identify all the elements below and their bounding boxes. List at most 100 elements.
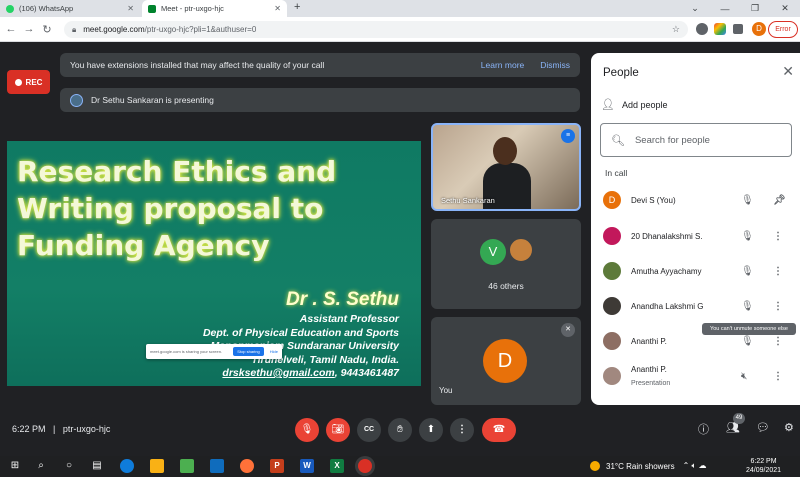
close-tab-icon[interactable]: ✕ xyxy=(274,4,281,13)
close-window-button[interactable]: ✕ xyxy=(770,3,800,14)
slide-email: drsksethu@gmail.com xyxy=(222,367,335,379)
more-options-icon[interactable]: ⋮ xyxy=(773,336,783,347)
system-clock[interactable]: 6:22 PM 24/09/2021 xyxy=(746,457,781,475)
mic-off-icon[interactable]: 🎙︎ xyxy=(741,301,754,312)
meet-icon xyxy=(148,4,156,13)
excel-icon[interactable]: X xyxy=(330,459,344,473)
mic-off-icon[interactable]: 🎙︎ xyxy=(741,195,754,206)
chrome-icon[interactable] xyxy=(358,459,372,473)
url-host: meet.google.com xyxy=(83,25,145,34)
window-controls: ⌄ — ❐ ✕ xyxy=(680,0,800,17)
search-icon[interactable]: ⌕ xyxy=(34,459,48,473)
stop-sharing-button[interactable]: Stop sharing xyxy=(233,347,264,356)
participant-row[interactable]: Amutha Ayyachamy 🎙︎ ⋮ xyxy=(591,256,800,286)
tab-whatsapp[interactable]: (106) WhatsApp ✕ xyxy=(0,0,140,17)
presenting-banner: Dr Sethu Sankaran is presenting xyxy=(60,88,580,112)
activities-icon[interactable]: ⚙︎ xyxy=(784,421,794,434)
powerpoint-icon[interactable]: P xyxy=(270,459,284,473)
widgets-icon[interactable]: ▤ xyxy=(90,459,104,473)
hide-button[interactable]: Hide xyxy=(270,349,278,354)
extension-icon[interactable] xyxy=(696,23,708,35)
participant-name: Anandha Lakshmi G xyxy=(631,301,704,311)
url-path: /ptr-uxgo-hjc?pli=1&authuser=0 xyxy=(144,25,257,34)
participant-avatar xyxy=(603,297,621,315)
meeting-code: ptr-uxgo-hjc xyxy=(62,424,111,434)
self-avatar: D xyxy=(483,339,527,383)
slide-contact: drsksethu@gmail.com, 9443461487 xyxy=(203,367,399,381)
restore-button[interactable]: ❐ xyxy=(740,3,770,14)
screen-share-bar: meet.google.com is sharing your screen. … xyxy=(146,344,282,359)
banner-message: You have extensions installed that may a… xyxy=(70,60,325,70)
file-explorer-icon[interactable] xyxy=(150,459,164,473)
slide-author: Dr . S. Sethu xyxy=(286,289,399,310)
speaking-indicator-icon: ≡ xyxy=(561,129,575,143)
puzzle-icon[interactable] xyxy=(733,24,743,34)
slide-phone: , 9443461487 xyxy=(334,367,399,379)
volume-off-icon[interactable]: 🔇︎ xyxy=(741,371,747,382)
reload-icon[interactable]: ↻ xyxy=(38,23,56,36)
error-button[interactable]: Error xyxy=(768,21,798,38)
lock-icon[interactable]: 🔒︎ xyxy=(72,25,76,35)
learn-more-link[interactable]: Learn more xyxy=(481,60,524,70)
pin-icon[interactable]: 📌︎ xyxy=(773,195,786,206)
profile-avatar[interactable]: D xyxy=(752,22,766,36)
edge-icon[interactable] xyxy=(120,459,134,473)
raise-hand-icon[interactable]: ✋︎ xyxy=(388,418,412,442)
others-tile[interactable]: V 46 others xyxy=(431,219,581,309)
back-icon[interactable]: ← xyxy=(2,23,20,35)
more-options-icon[interactable]: ⋮ xyxy=(773,301,783,312)
participant-avatar: V xyxy=(480,239,506,265)
firefox-icon[interactable] xyxy=(240,459,254,473)
bookmark-star-icon[interactable]: ☆ xyxy=(672,24,680,35)
participant-row[interactable]: 20 Dhanalakshmi S. 🎙︎ ⋮ xyxy=(591,221,800,251)
word-icon[interactable]: W xyxy=(300,459,314,473)
more-options-icon[interactable]: ⋮ xyxy=(450,418,474,442)
camera-off-button[interactable]: 📷︎ xyxy=(326,418,350,442)
search-people-input[interactable]: 🔍︎ Search for people xyxy=(600,123,792,157)
add-people-button[interactable]: 👤︎ Add people xyxy=(601,98,668,111)
forward-icon[interactable]: → xyxy=(20,23,38,35)
participant-name: Devi S (You) xyxy=(631,195,676,205)
more-options-icon[interactable]: ⋮ xyxy=(773,371,783,382)
unmute-tooltip: You can't unmute someone else xyxy=(702,323,796,335)
dismiss-button[interactable]: Dismiss xyxy=(540,60,570,70)
close-icon[interactable]: ✕ xyxy=(782,63,794,80)
address-bar[interactable]: 🔒︎ meet.google.com /ptr-uxgo-hjc?pli=1&a… xyxy=(64,21,688,38)
slide-line: Assistant Professor xyxy=(299,313,399,325)
leave-call-button[interactable]: ☎︎ xyxy=(482,418,516,442)
tab-search-icon[interactable]: ⌄ xyxy=(680,3,710,14)
participant-avatar xyxy=(603,227,621,245)
task-view-icon[interactable]: ○ xyxy=(62,459,76,473)
mic-off-icon[interactable]: 🎙︎ xyxy=(741,266,754,277)
close-tab-icon[interactable]: ✕ xyxy=(127,4,134,13)
participant-row[interactable]: Ananthi P. Presentation 🔇︎ ⋮ xyxy=(591,361,800,391)
mail-icon[interactable] xyxy=(210,459,224,473)
meeting-info-icon[interactable]: ⓘ xyxy=(698,421,709,437)
store-icon[interactable] xyxy=(180,459,194,473)
presenter-video-tile[interactable]: ≡ Sethu Sankaran xyxy=(431,123,581,211)
chat-icon[interactable]: 💬︎ xyxy=(756,421,770,434)
weather-text: 31°C Rain showers xyxy=(606,461,675,471)
minimize-button[interactable]: — xyxy=(710,4,740,14)
tray-icons[interactable]: ⌃ 🔈︎ ☁︎ xyxy=(683,461,707,471)
in-call-heading: In call xyxy=(605,168,628,178)
present-screen-icon[interactable]: ⬆ xyxy=(419,418,443,442)
extension-icon[interactable] xyxy=(714,23,726,35)
more-options-icon[interactable]: ⋮ xyxy=(773,266,783,277)
mic-off-icon[interactable]: 🎙︎ xyxy=(741,336,754,347)
meeting-details: 6:22 PM | ptr-uxgo-hjc xyxy=(12,424,110,434)
mic-off-icon[interactable]: 🎙︎ xyxy=(741,231,754,242)
self-tile[interactable]: ✕ D You xyxy=(431,317,581,405)
more-options-icon[interactable]: ⋮ xyxy=(773,231,783,242)
windows-start-icon[interactable]: ⊞ xyxy=(8,459,22,473)
captions-icon[interactable]: CC xyxy=(357,418,381,442)
tab-meet[interactable]: Meet - ptr-uxgo-hjc ✕ xyxy=(142,0,287,17)
microphone-off-button[interactable]: 🎙︎ xyxy=(295,418,319,442)
participant-row[interactable]: D Devi S (You) 🎙︎ 📌︎ xyxy=(591,185,800,215)
participant-row[interactable]: Anandha Lakshmi G 🎙︎ ⋮ xyxy=(591,291,800,321)
add-people-label: Add people xyxy=(621,99,668,110)
presenter-avatar xyxy=(70,93,83,107)
new-tab-button[interactable]: + xyxy=(294,1,300,13)
tab-label: (106) WhatsApp xyxy=(19,4,74,13)
weather-widget[interactable]: 31°C Rain showers ⌃ 🔈︎ ☁︎ xyxy=(590,461,707,471)
